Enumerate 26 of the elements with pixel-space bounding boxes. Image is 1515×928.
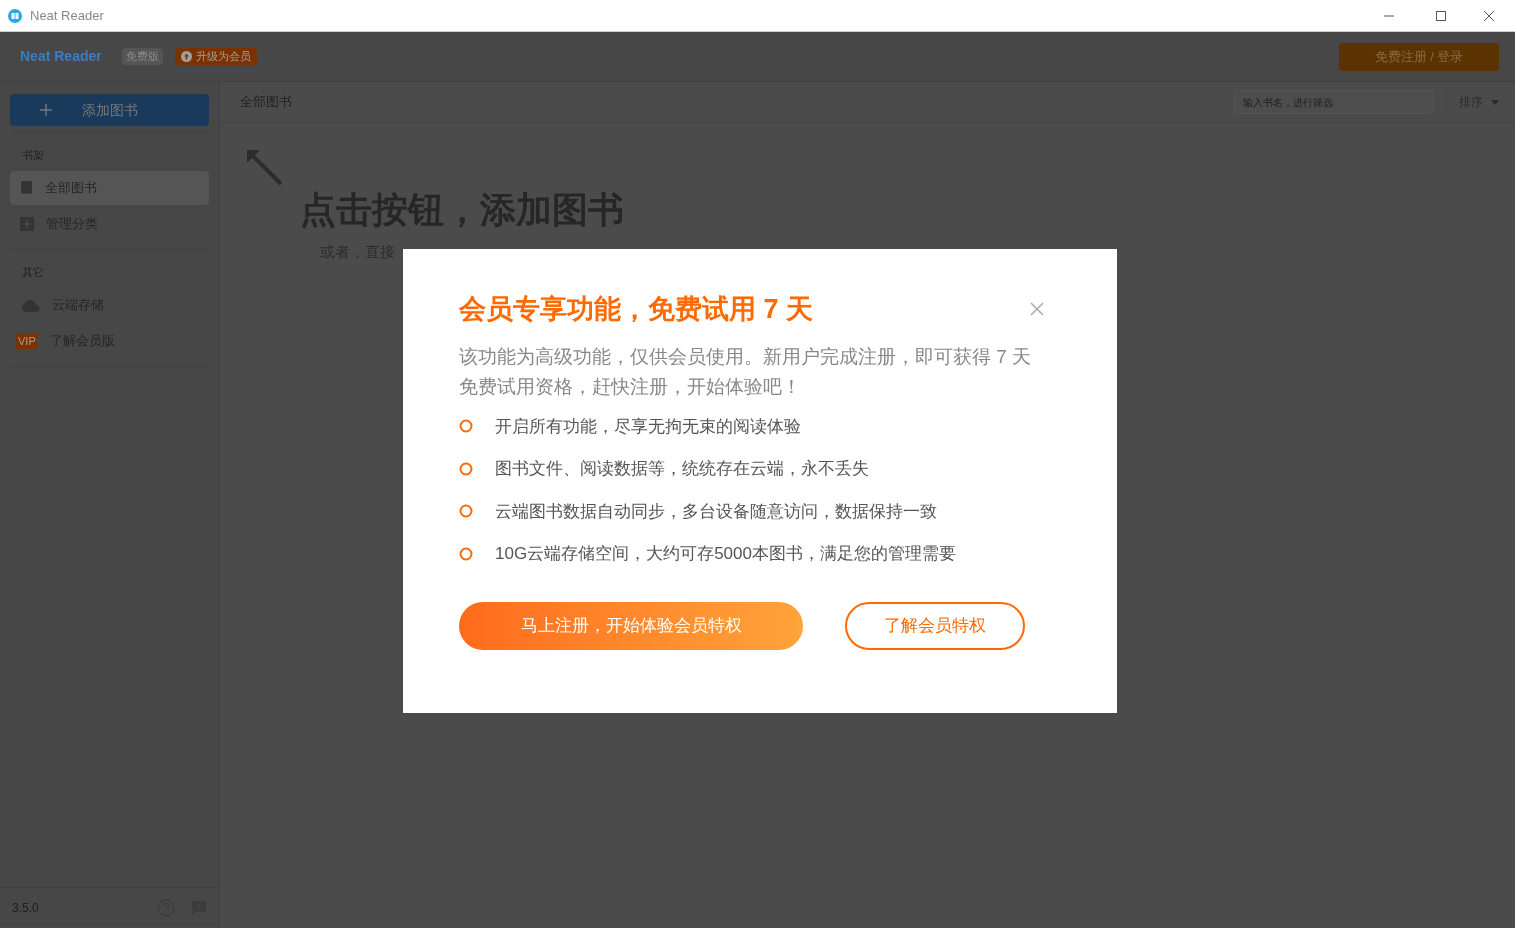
feature-text: 开启所有功能，尽享无拘无束的阅读体验 <box>495 415 801 438</box>
caret-icon <box>1491 99 1499 105</box>
close-icon[interactable] <box>1483 9 1495 22</box>
upload-icon <box>180 51 192 62</box>
feature-text: 10G云端存储空间，大约可存5000本图书，满足您的管理需要 <box>495 543 956 565</box>
circle-bullet-icon <box>459 419 473 434</box>
upgrade-button[interactable]: 升级为会员 <box>174 48 257 65</box>
brand-name: Neat Reader <box>20 47 102 66</box>
circle-bullet-icon <box>459 546 473 561</box>
dialog-description: 该功能为高级功能，仅供会员使用。新用户完成注册，即可获得 7 天免费试用资格，赶快注册，开始体验吧！ <box>459 344 1033 399</box>
dialog-title: 会员专享功能，免费试用 7 天 <box>459 293 814 326</box>
circle-bullet-icon <box>459 461 473 476</box>
plus-icon <box>40 104 52 116</box>
book-icon <box>20 181 33 195</box>
add-book-button[interactable]: 添加图书 <box>10 94 209 126</box>
feature-text: 云端图书数据自动同步，多台设备随意访问，数据保持一致 <box>495 500 937 523</box>
register-button[interactable]: 马上注册，开始体验会员特权 <box>459 601 803 650</box>
vip-badge: VIP <box>16 332 38 350</box>
login-button[interactable]: 免费注册 / 登录 <box>1339 42 1499 71</box>
window-title: Neat Reader <box>30 6 104 25</box>
circle-bullet-icon <box>459 504 473 519</box>
maximize-icon[interactable] <box>1435 9 1447 22</box>
arrow-icon <box>245 148 283 186</box>
feature-text: 图书文件、阅读数据等，统统存在云端，永不丢失 <box>495 458 869 480</box>
learn-more-button[interactable]: 了解会员特权 <box>845 601 1025 650</box>
app-logo-icon <box>8 8 22 23</box>
